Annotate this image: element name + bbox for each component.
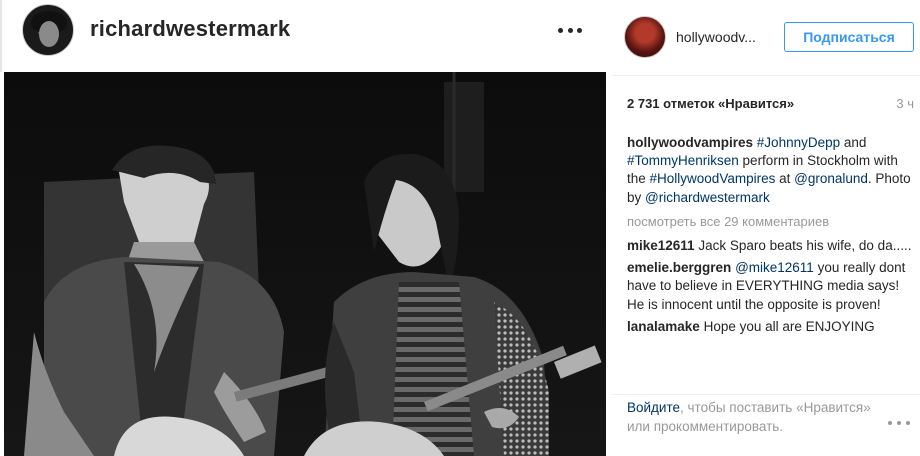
login-link[interactable]: Войдите (627, 400, 680, 415)
more-options-icon[interactable] (558, 20, 582, 40)
avatar-face (39, 21, 59, 47)
sidebar-header: hollywoodv... Подписаться (612, 0, 920, 76)
dot (897, 421, 901, 425)
comment-text: Hope you all are ENJOYING (703, 318, 875, 334)
caption-text: at (775, 171, 795, 187)
caption: hollywoodvampires #JohnnyDepp and #Tommy… (627, 134, 912, 207)
dot (577, 27, 582, 33)
post-sidebar: hollywoodv... Подписаться 2 731 отметок … (612, 0, 920, 456)
comments-list: hollywoodvampires #JohnnyDepp and #Tommy… (627, 134, 912, 392)
mention-link[interactable]: @richardwestermark (645, 190, 770, 205)
login-prompt: Войдите, чтобы поставить «Нравится» или … (627, 399, 877, 436)
instagram-post-view: richardwestermark hollywoodv... Подписат… (0, 0, 920, 456)
concert-photo-illustration (4, 72, 606, 456)
hashtag-link[interactable]: #HollywoodVampires (650, 171, 776, 186)
author-username[interactable]: richardwestermark (90, 16, 290, 42)
dot (888, 421, 892, 425)
hashtag-link[interactable]: #TommyHenriksen (627, 153, 739, 168)
comment-username[interactable]: mike12611 (627, 238, 695, 253)
mention-link[interactable]: @gronalund (794, 171, 868, 186)
comment-username[interactable]: lanalamake (627, 319, 700, 334)
sidebar-footer: Войдите, чтобы поставить «Нравится» или … (612, 394, 920, 456)
account-username[interactable]: hollywoodv... (676, 29, 756, 45)
account-avatar[interactable] (624, 16, 666, 58)
more-options-icon[interactable] (888, 419, 910, 427)
comment-item: mike12611 Jack Sparo beats his wife, do … (627, 237, 912, 255)
post-time[interactable]: 3 ч (896, 96, 914, 111)
hashtag-link[interactable]: #JohnnyDepp (757, 135, 840, 150)
mention-link[interactable]: @mike12611 (735, 260, 814, 275)
post-header: richardwestermark (0, 0, 606, 72)
follow-button[interactable]: Подписаться (784, 22, 914, 52)
post-photo[interactable] (4, 72, 606, 456)
author-avatar[interactable] (22, 4, 74, 56)
caption-text: and (840, 135, 867, 150)
dot (558, 27, 563, 33)
dot (567, 27, 573, 33)
caption-username[interactable]: hollywoodvampires (627, 135, 753, 150)
comment-text: Jack Sparo beats his wife, do da..... (698, 238, 912, 254)
view-all-comments-link[interactable]: посмотреть все 29 комментариев (627, 213, 912, 231)
dot (906, 421, 910, 425)
comment-item: emelie.berggren @mike12611 you really do… (627, 259, 912, 314)
comment-username[interactable]: emelie.berggren (627, 260, 731, 275)
likes-count[interactable]: 2 731 отметок «Нравится» (627, 96, 794, 111)
comment-item: lanalamake Hope you all are ENJOYING (627, 318, 912, 336)
